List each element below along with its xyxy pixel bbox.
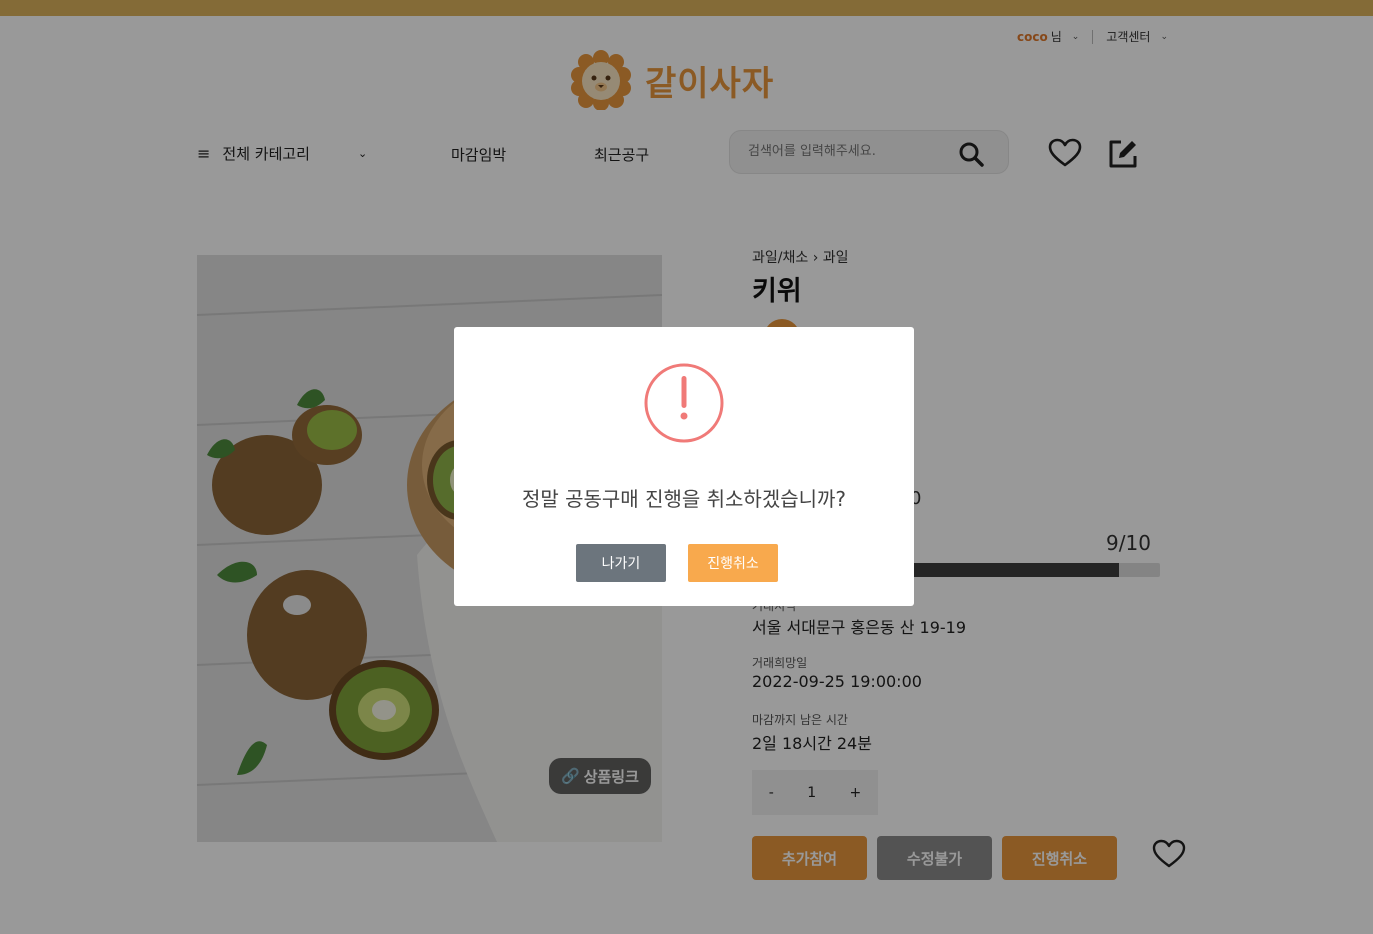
confirm-dialog: 정말 공동구매 진행을 취소하겠습니까? 나가기 진행취소 xyxy=(454,327,914,606)
dialog-message: 정말 공동구매 진행을 취소하겠습니까? xyxy=(521,487,847,511)
confirm-cancel-button[interactable]: 진행취소 xyxy=(688,544,778,582)
exit-button[interactable]: 나가기 xyxy=(576,544,666,582)
warning-icon xyxy=(644,363,724,443)
